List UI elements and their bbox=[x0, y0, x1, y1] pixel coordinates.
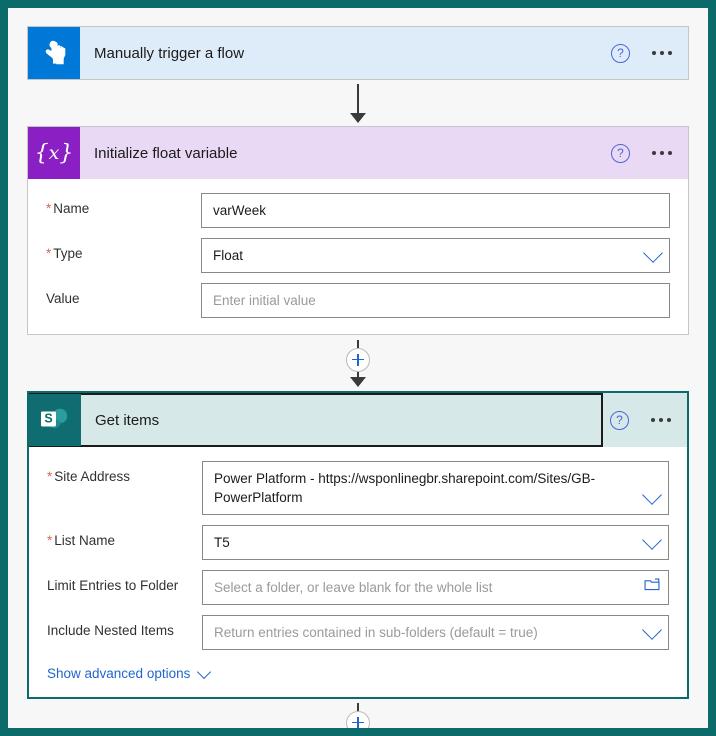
value-input[interactable]: Enter initial value bbox=[201, 283, 670, 318]
card-header-trigger[interactable]: Manually trigger a flow ? bbox=[28, 27, 688, 79]
field-label-include-nested-items: Include Nested Items bbox=[47, 623, 174, 638]
field-wrap-site-address: Power Platform - https://wsponlinegbr.sh… bbox=[202, 461, 669, 515]
form-row-site-address: * Site Address Power Platform - https://w… bbox=[47, 461, 669, 515]
flow-designer-canvas-frame: Manually trigger a flow ? {x} Initialize… bbox=[8, 8, 708, 728]
help-icon[interactable]: ? bbox=[611, 43, 630, 63]
form-row-include-nested-items: Include Nested Items Return entries cont… bbox=[47, 615, 669, 650]
flow-direction-arrow bbox=[350, 376, 366, 387]
connector-trigger-to-initvar bbox=[27, 80, 689, 126]
required-marker: * bbox=[46, 246, 52, 261]
more-commands-icon[interactable] bbox=[652, 151, 672, 155]
connector-initvar-to-getitems bbox=[27, 335, 689, 391]
form-row-limit-entries-to-folder: Limit Entries to Folder Select a folder,… bbox=[47, 570, 669, 605]
form-row-name: * Name varWeek bbox=[46, 193, 670, 228]
required-marker: * bbox=[47, 469, 53, 484]
svg-text:S: S bbox=[44, 412, 52, 426]
limit-entries-to-folder-input[interactable]: Select a folder, or leave blank for the … bbox=[202, 570, 669, 605]
form-row-list-name: * List Name T5 bbox=[47, 525, 669, 560]
card-body-initialize-variable: *Name varWeek *Type Float Value Enter bbox=[28, 179, 688, 334]
field-wrap-name: varWeek bbox=[201, 193, 670, 228]
field-wrap-include-nested-items: Return entries contained in sub-folders … bbox=[202, 615, 669, 650]
tap-hand-icon bbox=[28, 27, 80, 79]
include-nested-items-dropdown[interactable]: Return entries contained in sub-folders … bbox=[202, 615, 669, 650]
field-label-value: Value bbox=[46, 291, 80, 306]
field-wrap-list-name: T5 bbox=[202, 525, 669, 560]
show-advanced-options-label: Show advanced options bbox=[47, 666, 191, 681]
flow-canvas: Manually trigger a flow ? {x} Initialize… bbox=[8, 8, 708, 728]
more-commands-icon[interactable] bbox=[651, 418, 671, 422]
type-dropdown[interactable]: Float bbox=[201, 238, 670, 273]
folder-picker-icon[interactable] bbox=[644, 578, 660, 591]
card-header-initialize-variable[interactable]: {x} Initialize float variable ? bbox=[28, 127, 688, 179]
help-icon[interactable]: ? bbox=[610, 410, 629, 430]
name-input[interactable]: varWeek bbox=[201, 193, 670, 228]
card-header-actions: ? bbox=[611, 43, 688, 63]
card-header-actions: ? bbox=[611, 143, 688, 163]
add-step-button[interactable] bbox=[346, 710, 370, 728]
flow-step-card-get-items[interactable]: S Get items ? * Site Address Power Platfo… bbox=[27, 391, 689, 699]
field-label-limit-entries-to-folder: Limit Entries to Folder bbox=[47, 578, 179, 593]
add-step-button[interactable] bbox=[346, 347, 370, 372]
field-wrap-type: Float bbox=[201, 238, 670, 273]
flow-direction-arrow bbox=[350, 112, 366, 123]
variable-braces-icon: {x} bbox=[28, 127, 80, 179]
required-marker: * bbox=[46, 201, 52, 216]
step-title: Initialize float variable bbox=[94, 144, 238, 162]
field-wrap-limit-entries-to-folder: Select a folder, or leave blank for the … bbox=[202, 570, 669, 605]
field-label-list-name: * List Name bbox=[47, 533, 116, 548]
sharepoint-icon: S bbox=[29, 394, 81, 446]
step-title: Get items bbox=[95, 411, 160, 429]
connector-getitems-to-applyeach bbox=[27, 699, 689, 728]
field-label-site-address: * Site Address bbox=[47, 469, 131, 484]
help-icon[interactable]: ? bbox=[611, 143, 630, 163]
list-name-dropdown[interactable]: T5 bbox=[202, 525, 669, 560]
card-body-get-items: * Site Address Power Platform - https://w… bbox=[29, 447, 687, 697]
form-row-value: Value Enter initial value bbox=[46, 283, 670, 318]
flow-step-card-initialize-variable[interactable]: {x} Initialize float variable ? * Name va… bbox=[27, 126, 689, 335]
chevron-down-icon bbox=[197, 664, 212, 679]
required-marker: * bbox=[47, 533, 53, 548]
field-label-name: * Name bbox=[46, 201, 90, 216]
field-label-type: * Type bbox=[46, 246, 83, 261]
step-title: Manually trigger a flow bbox=[94, 44, 245, 62]
site-address-dropdown[interactable]: Power Platform - https://wsponlinegbr.sh… bbox=[202, 461, 669, 515]
form-row-type: * Type Float bbox=[46, 238, 670, 273]
more-commands-icon[interactable] bbox=[652, 51, 672, 55]
show-advanced-options-link[interactable]: Show advanced options bbox=[47, 664, 669, 681]
field-wrap-value: Enter initial value bbox=[201, 283, 670, 318]
card-header-get-items[interactable]: S Get items ? bbox=[29, 393, 687, 447]
flow-step-card-trigger[interactable]: Manually trigger a flow ? bbox=[27, 26, 689, 80]
card-header-actions: ? bbox=[610, 410, 687, 430]
